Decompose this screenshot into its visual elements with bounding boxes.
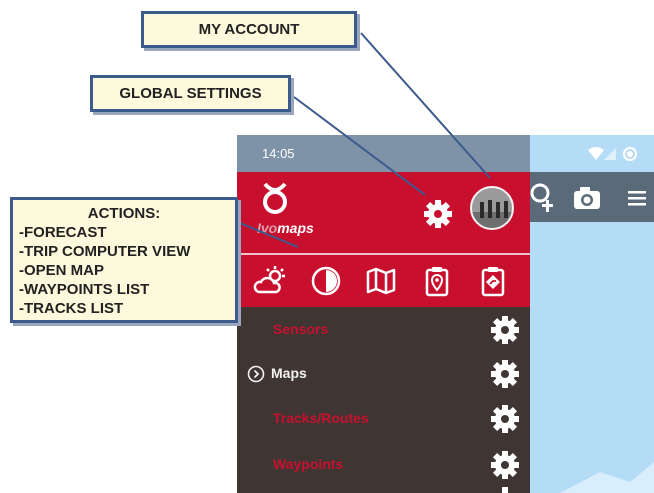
menu-item-label: Waypoints bbox=[273, 456, 344, 472]
gear-icon[interactable] bbox=[490, 315, 520, 345]
callout-actions-item: -OPEN MAP bbox=[19, 262, 105, 279]
status-bar-right bbox=[530, 135, 654, 172]
menu-item-label: Tracks/Routes bbox=[273, 410, 369, 426]
drawer-menu-list: Sensors Maps Tracks/Routes Waypoints bbox=[237, 307, 530, 493]
menu-item-maps[interactable]: Maps bbox=[237, 351, 530, 397]
callout-global-settings: GLOBAL SETTINGS bbox=[90, 75, 291, 112]
wifi-icon bbox=[588, 147, 604, 160]
logo-suffix: maps bbox=[277, 220, 314, 236]
weather-forecast-icon[interactable] bbox=[253, 264, 287, 298]
callout-actions: ACTIONS: -FORECAST -TRIP COMPUTER VIEW -… bbox=[10, 197, 238, 323]
trip-computer-icon[interactable] bbox=[309, 264, 343, 298]
app-logo-icon bbox=[263, 182, 287, 214]
menu-item-sensors[interactable]: Sensors bbox=[237, 307, 530, 353]
logo-prefix: Ivo bbox=[257, 220, 278, 236]
gear-icon-partial bbox=[502, 487, 508, 493]
chevron-right-circle-icon[interactable] bbox=[247, 365, 265, 383]
callout-actions-item: -WAYPOINTS LIST bbox=[19, 281, 150, 298]
menu-item-waypoints[interactable]: Waypoints bbox=[237, 442, 530, 488]
location-status-icon bbox=[623, 147, 637, 161]
camera-icon[interactable] bbox=[572, 185, 602, 211]
callout-actions-item: -FORECAST bbox=[19, 224, 107, 241]
track-list-icon[interactable] bbox=[476, 264, 510, 298]
waypoint-list-icon[interactable] bbox=[420, 264, 454, 298]
menu-item-tracks-routes[interactable]: Tracks/Routes bbox=[237, 396, 530, 442]
menu-item-label: Sensors bbox=[273, 321, 329, 337]
status-bar-left: 14:05 bbox=[237, 135, 530, 172]
add-location-icon[interactable] bbox=[530, 182, 558, 212]
map-icon[interactable] bbox=[364, 264, 398, 298]
drawer-header: Ivomaps bbox=[237, 172, 530, 253]
status-bar: 14:05 bbox=[237, 135, 654, 172]
callout-actions-title: ACTIONS: bbox=[87, 205, 161, 222]
gear-icon[interactable] bbox=[490, 404, 520, 434]
drawer-actions-row bbox=[237, 255, 530, 307]
menu-icon[interactable] bbox=[626, 189, 648, 207]
gear-icon[interactable] bbox=[423, 199, 453, 229]
callout-my-account: MY ACCOUNT bbox=[141, 11, 357, 48]
avatar-photo-icon bbox=[472, 188, 512, 228]
gear-icon[interactable] bbox=[490, 359, 520, 389]
gear-icon[interactable] bbox=[490, 450, 520, 480]
map-toolbar bbox=[530, 172, 654, 222]
app-logo-text: Ivomaps bbox=[257, 220, 314, 236]
callout-actions-item: -TRIP COMPUTER VIEW bbox=[19, 243, 191, 260]
signal-icon bbox=[604, 148, 616, 160]
callout-actions-item: -TRACKS LIST bbox=[19, 300, 124, 317]
status-time: 14:05 bbox=[262, 146, 295, 161]
menu-item-label: Maps bbox=[271, 365, 307, 381]
account-avatar[interactable] bbox=[470, 186, 514, 230]
